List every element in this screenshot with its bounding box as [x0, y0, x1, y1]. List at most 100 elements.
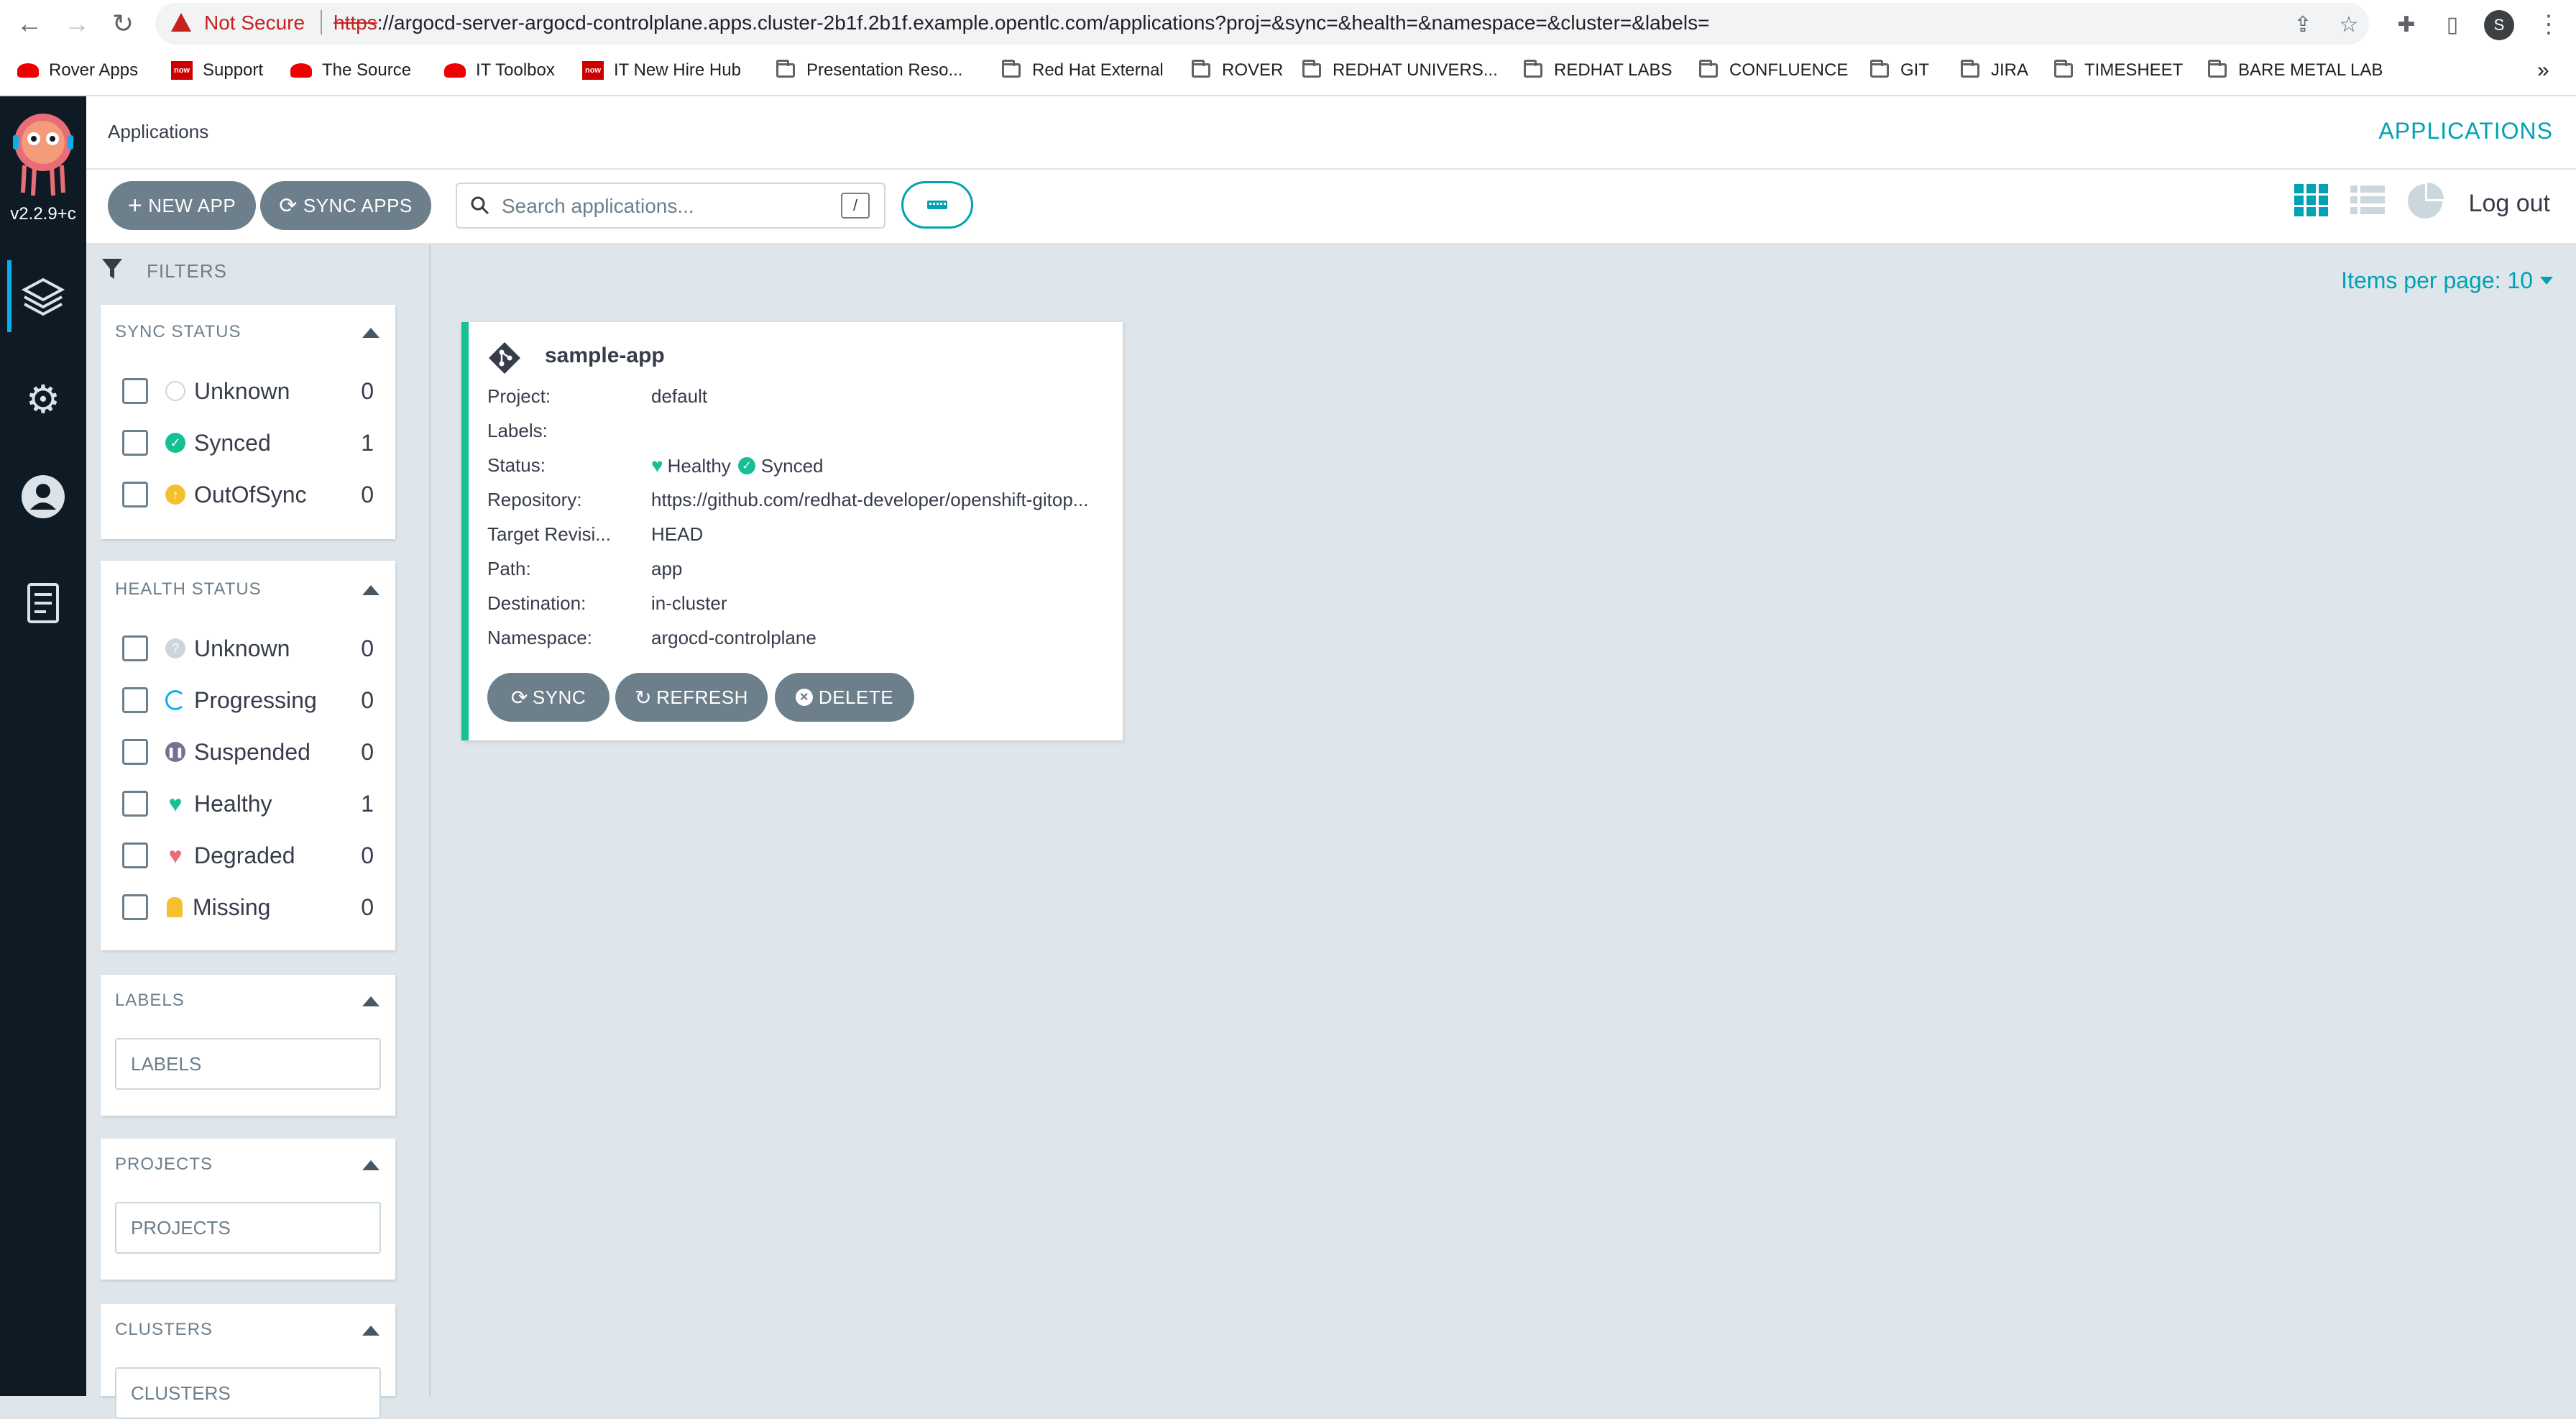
redhat-icon: [290, 61, 312, 80]
redhat-icon: [17, 61, 39, 80]
bookmark-item[interactable]: now Support: [171, 56, 263, 85]
applications-link[interactable]: APPLICATIONS: [2378, 118, 2553, 144]
progressing-spinner-icon: [165, 690, 185, 710]
applications-layers-icon[interactable]: [0, 257, 86, 336]
filter-option-progressing[interactable]: Progressing: [122, 684, 317, 716]
folder-icon: [1301, 60, 1322, 80]
collapse-caret-icon[interactable]: [362, 1326, 380, 1336]
reload-icon[interactable]: ↻: [106, 7, 139, 40]
checkbox[interactable]: [122, 791, 148, 817]
folder-icon: [1959, 60, 1981, 80]
degraded-broken-heart-icon: ♥: [168, 842, 183, 868]
security-label[interactable]: Not Secure: [204, 12, 305, 35]
field-label: Labels:: [487, 420, 548, 441]
bookmark-label: The Source: [322, 60, 412, 80]
keyboard-shortcuts-button[interactable]: [901, 181, 973, 229]
collapse-caret-icon[interactable]: [362, 328, 380, 338]
bookmark-item[interactable]: Presentation Reso...: [775, 56, 962, 85]
health-status-heading: HEALTH STATUS: [115, 579, 262, 599]
filter-option-sync-unknown[interactable]: Unknown: [122, 375, 290, 407]
checkbox[interactable]: [122, 739, 148, 765]
documentation-icon[interactable]: [0, 564, 86, 643]
folder-icon: [1869, 60, 1890, 80]
bookmark-item[interactable]: TIMESHEET: [2053, 56, 2183, 85]
bookmark-label: Red Hat External: [1032, 60, 1164, 80]
app-name[interactable]: sample-app: [545, 344, 665, 368]
collapse-caret-icon[interactable]: [362, 585, 380, 595]
filter-label: Synced: [194, 429, 271, 456]
settings-gear-icon[interactable]: ⚙: [0, 359, 86, 438]
filter-option-degraded[interactable]: ♥ Degraded: [122, 840, 295, 871]
tiles-view-icon[interactable]: [2291, 180, 2332, 220]
items-per-page-select[interactable]: Items per page: 10: [2341, 267, 2553, 294]
bookmark-item[interactable]: GIT: [1869, 56, 1929, 85]
back-icon[interactable]: ←: [13, 7, 46, 40]
refresh-icon: ↻: [635, 686, 653, 709]
collapse-caret-icon[interactable]: [362, 996, 380, 1006]
health-status-text: Healthy: [667, 454, 731, 477]
search-icon: [471, 196, 489, 215]
app-delete-button[interactable]: ✕ DELETE: [775, 673, 914, 722]
filter-option-out-of-sync[interactable]: ↑ OutOfSync: [122, 479, 307, 510]
argo-logo[interactable]: [10, 105, 76, 198]
forward-icon[interactable]: →: [60, 7, 93, 40]
profile-avatar[interactable]: S: [2484, 10, 2514, 40]
sync-status-heading: SYNC STATUS: [115, 322, 242, 341]
bookmark-item[interactable]: Red Hat External: [1000, 56, 1164, 85]
bookmark-item[interactable]: REDHAT UNIVERS...: [1301, 56, 1498, 85]
checkbox[interactable]: [122, 378, 148, 404]
checkbox[interactable]: [122, 687, 148, 713]
bookmark-label: REDHAT LABS: [1554, 60, 1673, 80]
labels-input[interactable]: [115, 1038, 381, 1090]
app-refresh-button[interactable]: ↻ REFRESH: [615, 673, 768, 722]
search-input[interactable]: [500, 191, 834, 221]
healthy-heart-icon: ♥: [168, 790, 183, 817]
new-app-button[interactable]: + NEW APP: [108, 181, 256, 230]
bookmark-item[interactable]: CONFLUENCE: [1698, 56, 1848, 85]
search-shortcut-key: /: [841, 193, 870, 219]
filter-label: Degraded: [194, 842, 295, 868]
bookmark-star-icon[interactable]: ☆: [2334, 10, 2363, 39]
bookmark-label: CONFLUENCE: [1729, 60, 1849, 80]
bookmark-item[interactable]: JIRA: [1959, 56, 2028, 85]
filter-option-healthy[interactable]: ♥ Healthy: [122, 788, 272, 819]
logout-link[interactable]: Log out: [2469, 190, 2550, 218]
bookmark-item[interactable]: Rover Apps: [17, 56, 138, 85]
bookmark-item[interactable]: BARE METAL LAB: [2207, 56, 2383, 85]
filter-option-health-unknown[interactable]: ? Unknown: [122, 633, 290, 664]
bookmark-item[interactable]: REDHAT LABS: [1522, 56, 1673, 85]
folder-icon: [775, 60, 796, 80]
collapse-caret-icon[interactable]: [362, 1160, 380, 1170]
clusters-input[interactable]: [115, 1367, 381, 1419]
more-bookmarks-icon[interactable]: »: [2537, 56, 2549, 85]
filter-option-synced[interactable]: ✓ Synced: [122, 427, 271, 459]
bookmark-item[interactable]: The Source: [290, 56, 411, 85]
bookmark-label: REDHAT UNIVERS...: [1333, 60, 1498, 80]
projects-input[interactable]: [115, 1202, 381, 1254]
filter-option-missing[interactable]: Missing: [122, 891, 270, 923]
app-sync-button[interactable]: ⟳ SYNC: [487, 673, 610, 722]
share-icon[interactable]: ⇪: [2288, 10, 2317, 39]
user-info-icon[interactable]: [0, 457, 86, 536]
filter-funnel-icon: [102, 259, 122, 279]
keyboard-icon: [927, 201, 947, 209]
extensions-icon[interactable]: ✚: [2392, 10, 2421, 39]
checkbox[interactable]: [122, 430, 148, 456]
sync-label: SYNC: [532, 686, 586, 708]
bookmark-item[interactable]: IT Toolbox: [444, 56, 555, 85]
checkbox[interactable]: [122, 482, 148, 508]
checkbox[interactable]: [122, 842, 148, 868]
sync-apps-button[interactable]: ⟳ SYNC APPS: [260, 181, 431, 230]
list-view-icon[interactable]: [2347, 180, 2388, 220]
side-panel-icon[interactable]: ▯: [2438, 10, 2467, 39]
checkbox[interactable]: [122, 635, 148, 661]
checkbox[interactable]: [122, 894, 148, 920]
bookmark-item[interactable]: ROVER: [1190, 56, 1283, 85]
summary-pie-icon[interactable]: [2405, 180, 2445, 220]
filter-option-suspended[interactable]: ❚❚ Suspended: [122, 736, 310, 768]
url-text[interactable]: https://argocd-server-argocd-controlplan…: [334, 12, 1709, 35]
filter-count: 0: [361, 635, 374, 661]
bookmark-item[interactable]: now IT New Hire Hub: [582, 56, 741, 85]
browser-menu-icon[interactable]: ⋮: [2534, 10, 2563, 39]
field-label: Target Revisi...: [487, 523, 611, 545]
